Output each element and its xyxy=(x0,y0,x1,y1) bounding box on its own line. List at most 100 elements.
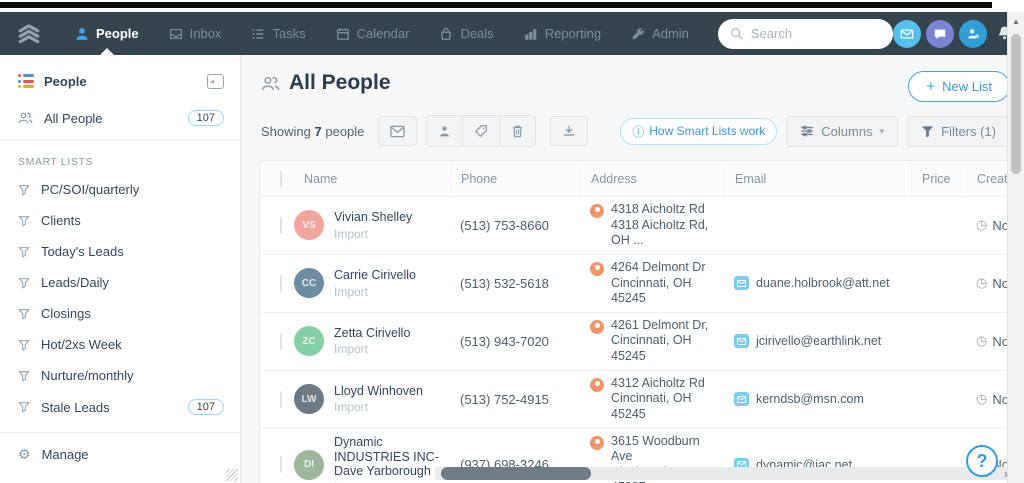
sidebar-item-closings[interactable]: Closings xyxy=(0,298,240,329)
sidebar-item-label: Clients xyxy=(41,213,224,228)
person-name[interactable]: Lloyd Winhoven xyxy=(334,384,423,398)
chat-bubble-icon[interactable] xyxy=(926,20,954,48)
table-row[interactable]: CC Carrie CirivelloImport (513) 532-5618… xyxy=(260,255,1008,313)
person-name[interactable]: Carrie Cirivello xyxy=(334,268,416,282)
phone-cell: (513) 753-8660 xyxy=(450,213,580,238)
people-group-icon xyxy=(261,75,280,92)
columns-button[interactable]: Columns ▾ xyxy=(786,116,898,147)
people-table: Name Phone Address Email Price Created V… xyxy=(259,160,1009,483)
nav-item-calendar[interactable]: Calendar xyxy=(321,12,425,55)
nav-item-label: Inbox xyxy=(190,26,222,41)
sidebar-item-all-people[interactable]: All People 107 xyxy=(0,101,240,141)
help-button[interactable]: ? xyxy=(966,445,998,477)
assign-person-button[interactable] xyxy=(427,116,462,146)
inbox-icon xyxy=(169,27,183,41)
sidebar-item-label: Stale Leads xyxy=(41,400,177,415)
gear-icon: ⚙ xyxy=(18,446,31,463)
nav-item-label: Tasks xyxy=(272,26,305,41)
sidebar-item-hot-2xs-week[interactable]: Hot/2xs Week xyxy=(0,329,240,360)
nav-item-label: Reporting xyxy=(545,26,601,41)
email-campaigns-icon[interactable] xyxy=(893,20,921,48)
app-logo-icon[interactable] xyxy=(16,23,42,45)
column-header-price[interactable]: Price xyxy=(911,161,966,196)
column-header-created[interactable]: Created xyxy=(966,161,1010,196)
nav-item-inbox[interactable]: Inbox xyxy=(154,12,237,55)
scroll-up-arrow[interactable]: ▲ xyxy=(1008,12,1024,26)
funnel-icon xyxy=(18,277,30,289)
column-header-phone[interactable]: Phone xyxy=(450,161,580,196)
nav-item-reporting[interactable]: Reporting xyxy=(509,12,616,55)
nav-item-deals[interactable]: Deals xyxy=(424,12,508,55)
send-email-button[interactable] xyxy=(378,116,417,146)
funnel-icon xyxy=(18,246,30,258)
phone-cell: (513) 532-5618 xyxy=(450,271,580,296)
nav-item-people[interactable]: People xyxy=(60,12,154,55)
created-cell: ◷ No xyxy=(966,212,1010,238)
address-cell: 4318 Aicholtz Rd4318 Aicholtz Rd, OH ... xyxy=(580,197,724,254)
import-tag: Import xyxy=(334,227,412,241)
sidebar-item-label: Hot/2xs Week xyxy=(41,337,224,352)
row-checkbox[interactable] xyxy=(280,217,282,234)
column-header-email[interactable]: Email xyxy=(724,161,911,196)
clock-icon: ◷ xyxy=(976,333,987,349)
person-name[interactable]: Zetta Cirivello xyxy=(334,326,410,340)
filters-button[interactable]: Filters (1) xyxy=(907,116,1010,147)
tag-button[interactable] xyxy=(462,116,499,146)
person-name[interactable]: Vivian Shelley xyxy=(334,210,412,224)
main-content: All People + New List Showing 7 people xyxy=(241,55,1024,483)
sidebar-item-leads-daily[interactable]: Leads/Daily xyxy=(0,267,240,298)
export-download-button[interactable] xyxy=(550,116,588,146)
global-search[interactable] xyxy=(718,19,893,49)
trash-button[interactable] xyxy=(499,116,535,146)
horizontal-scrollbar[interactable]: ‹ › xyxy=(435,467,1020,480)
sidebar-item-manage[interactable]: ⚙ Manage xyxy=(0,432,240,476)
person-icon xyxy=(75,27,89,41)
plus-icon: + xyxy=(926,78,935,95)
email-icon xyxy=(734,334,749,348)
vertical-scrollbar[interactable]: ▲ xyxy=(1007,12,1024,483)
tasks-list-icon xyxy=(251,27,265,41)
price-cell xyxy=(911,336,966,346)
nav-item-tasks[interactable]: Tasks xyxy=(236,12,320,55)
search-input[interactable] xyxy=(751,26,881,41)
lead-routing-icon[interactable] xyxy=(959,20,987,48)
row-checkbox[interactable] xyxy=(280,391,282,408)
sidebar-item-stale-leads[interactable]: Stale Leads 107 xyxy=(0,391,240,423)
how-smart-lists-link[interactable]: ⓘ How Smart Lists work xyxy=(620,118,777,145)
sidebar-collapse-icon[interactable]: ◂ xyxy=(207,74,224,89)
top-navbar: People Inbox Tasks Calendar Deals Report… xyxy=(0,12,1024,55)
smart-lists-section-label: SMART LISTS xyxy=(0,141,240,174)
table-row[interactable]: LW Lloyd WinhovenImport (513) 752-4915 4… xyxy=(260,371,1008,429)
sidebar-item-label: Manage xyxy=(42,447,89,462)
row-checkbox[interactable] xyxy=(280,275,282,292)
nav-item-label: Calendar xyxy=(357,26,410,41)
new-list-button[interactable]: + New List xyxy=(908,71,1010,102)
row-checkbox[interactable] xyxy=(280,333,282,350)
sidebar-item-todays-leads[interactable]: Today's Leads xyxy=(0,236,240,267)
sidebar-resize-grip[interactable] xyxy=(226,469,238,481)
deals-bag-icon xyxy=(439,27,453,41)
search-icon xyxy=(730,27,743,40)
vertical-scrollbar-thumb[interactable] xyxy=(1011,34,1021,174)
funnel-icon xyxy=(18,308,30,320)
column-header-name[interactable]: Name xyxy=(294,172,450,186)
sidebar-item-label: All People xyxy=(44,111,177,126)
select-all-checkbox[interactable] xyxy=(280,171,282,187)
row-checkbox[interactable] xyxy=(280,456,282,473)
table-row[interactable]: VS Vivian Shelley Import (513) 753-8660 4… xyxy=(260,197,1008,255)
address-cell: 4261 Delmont Dr,Cincinnati, OH 45245 xyxy=(580,313,724,370)
bulk-actions-group xyxy=(426,115,536,147)
sidebar-item-clients[interactable]: Clients xyxy=(0,205,240,236)
column-header-address[interactable]: Address xyxy=(580,161,724,196)
avatar: VS xyxy=(294,210,324,240)
horizontal-scrollbar-thumb[interactable] xyxy=(441,467,591,480)
sidebar-item-pc-soi-quarterly[interactable]: PC/SOI/quarterly xyxy=(0,174,240,205)
table-row[interactable]: ZC Zetta CirivelloImport (513) 943-7020 … xyxy=(260,313,1008,371)
email-cell: kerndsb@msn.com xyxy=(724,387,911,411)
import-tag: Import xyxy=(334,285,416,299)
sidebar-item-nurture-monthly[interactable]: Nurture/monthly xyxy=(0,360,240,391)
sidebar-header: People ◂ xyxy=(0,55,240,101)
person-name[interactable]: Dynamic INDUSTRIES INC- Dave Yarborough xyxy=(334,435,442,478)
funnel-icon xyxy=(18,215,30,227)
nav-item-admin[interactable]: Admin xyxy=(616,12,704,55)
